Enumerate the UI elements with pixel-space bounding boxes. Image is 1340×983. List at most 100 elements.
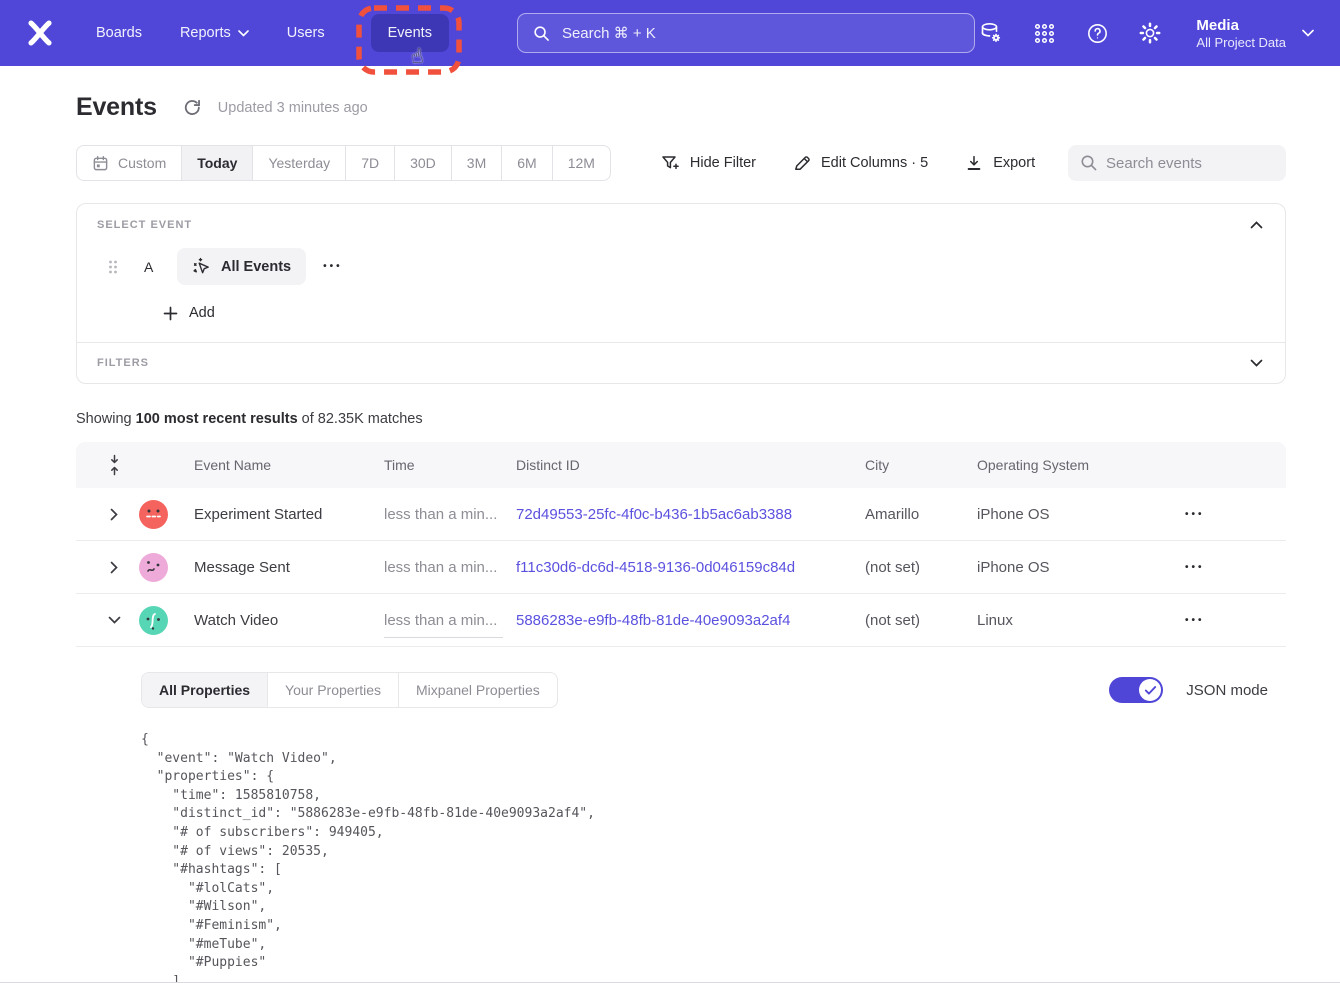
date-range-7d[interactable]: 7D [345, 146, 394, 180]
project-selector[interactable]: Media All Project Data [1196, 16, 1314, 51]
event-more-options-button[interactable]: ••• [323, 261, 343, 272]
avatar-face [139, 500, 168, 529]
nav-item-users[interactable]: Users [287, 25, 325, 41]
export-label: Export [993, 155, 1035, 171]
cell-event-name: Watch Video [194, 612, 384, 629]
project-scope: All Project Data [1196, 35, 1286, 50]
global-search[interactable]: Search ⌘ + K [517, 13, 975, 53]
edit-columns-label: Edit Columns · 5 [821, 155, 928, 171]
hide-filter-button[interactable]: Hide Filter [661, 154, 756, 172]
row-more-options-button[interactable]: ••• [1149, 509, 1205, 520]
pencil-icon [793, 154, 811, 172]
cell-distinct-id[interactable]: 72d49553-25fc-4f0c-b436-1b5ac6ab3388 [516, 506, 865, 523]
date-range-12m[interactable]: 12M [552, 146, 610, 180]
chevron-up-icon [1250, 221, 1263, 229]
col-header-distinct-id: Distinct ID [516, 457, 865, 473]
search-icon [533, 25, 550, 42]
mixpanel-logo[interactable] [24, 17, 56, 49]
results-summary-prefix: Showing [76, 411, 136, 427]
cell-distinct-id[interactable]: 5886283e-e9fb-48fb-81de-40e9093a2af4 [516, 612, 865, 629]
select-event-section: SELECT EVENT A [77, 204, 1285, 342]
event-detail-panel: All Properties Your Properties Mixpanel … [76, 647, 1286, 983]
last-updated-text: Updated 3 minutes ago [218, 100, 368, 116]
json-mode-toggle[interactable] [1109, 677, 1163, 703]
nav-item-label: Events [388, 25, 432, 41]
chevron-right-icon [110, 561, 118, 574]
settings-button[interactable] [1137, 20, 1163, 46]
global-search-placeholder: Search ⌘ + K [562, 24, 656, 42]
col-header-time: Time [384, 457, 516, 473]
json-view: { "event": "Watch Video", "properties": … [141, 731, 1268, 983]
date-range-6m[interactable]: 6M [501, 146, 551, 180]
table-toolbar: Hide Filter Edit Columns · 5 Export [661, 154, 1035, 172]
event-step-letter: A [144, 259, 160, 275]
date-option-label: 3M [467, 155, 486, 171]
search-events-input[interactable] [1068, 145, 1286, 181]
tab-your-properties[interactable]: Your Properties [267, 673, 398, 707]
tab-label: Mixpanel Properties [416, 682, 540, 698]
nav-item-events[interactable]: Events ☝ [371, 14, 449, 52]
date-option-label: 7D [361, 155, 379, 171]
database-gear-icon [979, 21, 1003, 45]
table-row[interactable]: Experiment Started less than a min... 72… [76, 488, 1286, 541]
query-builder-card: SELECT EVENT A [76, 203, 1286, 384]
chevron-down-icon [1250, 359, 1263, 367]
apps-grid-button[interactable] [1031, 20, 1057, 46]
expand-row-button[interactable] [110, 561, 118, 574]
tab-mixpanel-properties[interactable]: Mixpanel Properties [398, 673, 557, 707]
toggle-knob [1139, 679, 1161, 701]
date-option-label: 12M [568, 155, 595, 171]
date-option-label: Custom [118, 155, 166, 171]
collapse-section-button[interactable] [1248, 219, 1265, 231]
table-row[interactable]: Message Sent less than a min... f11c30d6… [76, 541, 1286, 594]
data-management-button[interactable] [978, 20, 1004, 46]
date-range-yesterday[interactable]: Yesterday [252, 146, 345, 180]
event-picker-button[interactable]: All Events [177, 248, 306, 285]
export-button[interactable]: Export [965, 154, 1035, 172]
table-row-expanded[interactable]: Watch Video less than a min... 5886283e-… [76, 594, 1286, 647]
avatar-face [139, 553, 168, 582]
edit-columns-button[interactable]: Edit Columns · 5 [793, 154, 928, 172]
nav-right-cluster: Media All Project Data [978, 16, 1314, 51]
expand-filters-button[interactable] [1248, 357, 1265, 369]
nav-item-label: Reports [180, 25, 231, 41]
row-more-options-button[interactable]: ••• [1149, 615, 1205, 626]
refresh-icon [183, 98, 202, 117]
expand-row-button[interactable] [110, 508, 118, 521]
date-range-custom[interactable]: Custom [77, 146, 181, 180]
refresh-button[interactable] [183, 98, 202, 117]
cell-distinct-id[interactable]: f11c30d6-dc6d-4518-9136-0d046159c84d [516, 559, 865, 576]
chevron-right-icon [110, 508, 118, 521]
sort-time-button[interactable] [108, 454, 121, 476]
calendar-icon [92, 155, 109, 172]
hide-filter-label: Hide Filter [690, 155, 756, 171]
hand-cursor-icon: ☝ [410, 43, 425, 68]
drag-handle[interactable] [107, 259, 119, 275]
filters-section: FILTERS [77, 343, 1285, 383]
grid-dots-icon [1033, 22, 1056, 45]
date-range-3m[interactable]: 3M [451, 146, 501, 180]
tab-all-properties[interactable]: All Properties [142, 673, 267, 707]
nav-item-boards[interactable]: Boards [96, 25, 142, 41]
main-content: Events Updated 3 minutes ago Custom Toda… [0, 93, 1340, 983]
nav-item-reports[interactable]: Reports [180, 25, 249, 41]
help-button[interactable] [1084, 20, 1110, 46]
tab-label: Your Properties [285, 682, 381, 698]
more-options-icon: ••• [1185, 562, 1205, 573]
date-option-label: 30D [410, 155, 436, 171]
select-event-label: SELECT EVENT [97, 219, 192, 231]
cell-event-name: Experiment Started [194, 506, 384, 523]
cell-time: less than a min... [384, 559, 516, 576]
cell-city: (not set) [865, 612, 977, 629]
sparkle-cursor-icon [192, 257, 211, 276]
events-table: Event Name Time Distinct ID City Operati… [76, 442, 1286, 983]
col-header-os: Operating System [977, 457, 1149, 473]
sort-arrows-icon [108, 454, 121, 476]
cell-time: less than a min... [384, 506, 516, 523]
help-circle-icon [1086, 22, 1109, 45]
collapse-row-button[interactable] [108, 616, 121, 624]
add-event-button[interactable]: Add [163, 305, 215, 321]
date-range-30d[interactable]: 30D [394, 146, 451, 180]
date-range-today[interactable]: Today [181, 146, 252, 180]
row-more-options-button[interactable]: ••• [1149, 562, 1205, 573]
